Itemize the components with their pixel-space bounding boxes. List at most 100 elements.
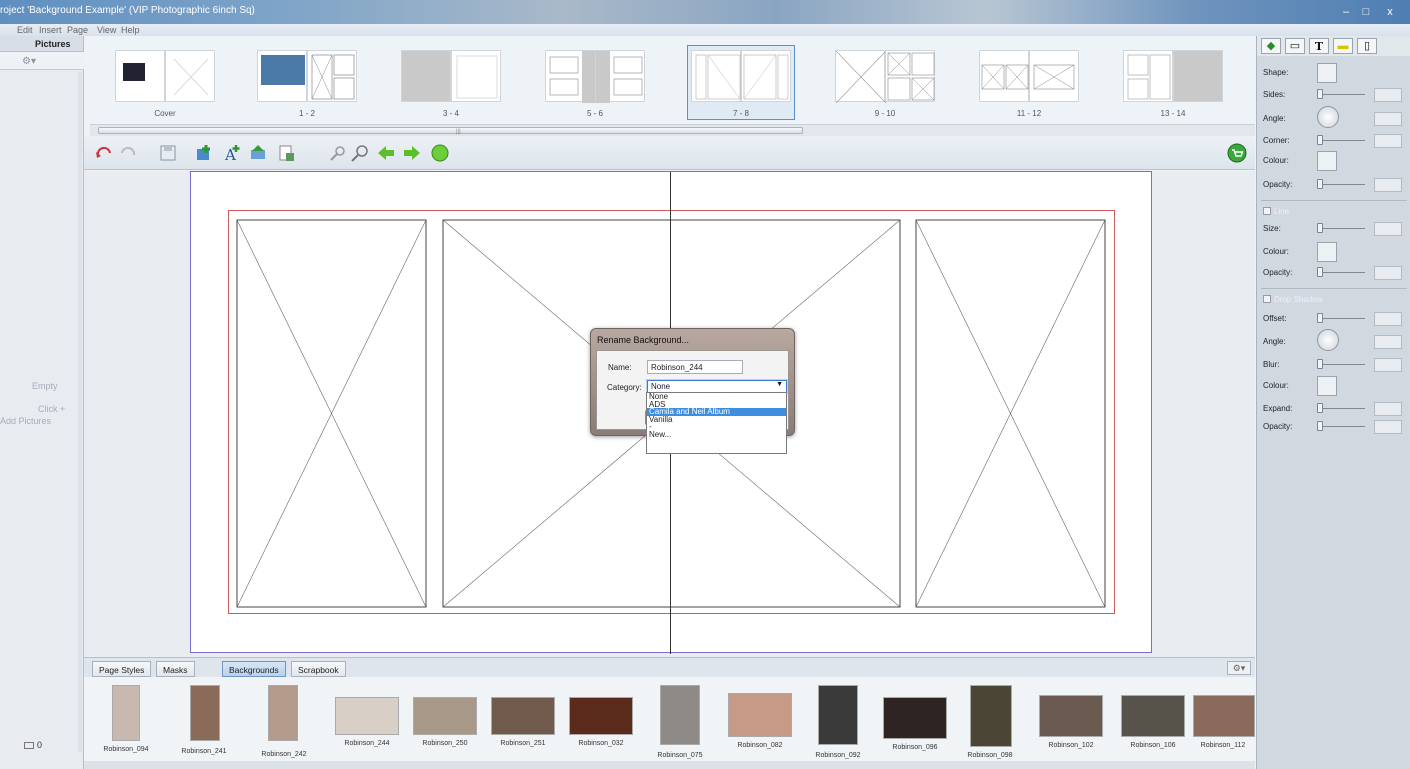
- menu-insert[interactable]: Insert: [39, 25, 62, 35]
- blur-slider-thumb[interactable]: [1317, 359, 1323, 369]
- menu-view[interactable]: View: [97, 25, 116, 35]
- next-page-icon[interactable]: [402, 143, 422, 163]
- shadow-opacity-value[interactable]: [1374, 420, 1402, 434]
- gear-icon[interactable]: ⚙▾: [1227, 661, 1251, 675]
- insert-layer-icon[interactable]: [248, 143, 268, 163]
- shape-properties-icon[interactable]: ◆: [1261, 38, 1281, 54]
- shadow-colour-swatch[interactable]: [1317, 376, 1337, 396]
- zoom-in-icon[interactable]: [350, 143, 370, 163]
- colour-swatch[interactable]: [1317, 151, 1337, 171]
- background-thumbnail[interactable]: [491, 697, 555, 735]
- minimize-button[interactable]: ‒: [1336, 4, 1356, 20]
- gear-icon[interactable]: ⚙▾: [22, 56, 36, 67]
- divider: [1261, 288, 1407, 289]
- offset-slider-thumb[interactable]: [1317, 313, 1323, 323]
- category-option-new[interactable]: New...: [647, 431, 786, 439]
- category-option[interactable]: Vanilla: [647, 415, 786, 424]
- line-checkbox[interactable]: [1263, 207, 1271, 215]
- page-thumbnail-strip: Cover 1 - 2 3 - 4 5 - 6 7 - 8 9 - 10 11 …: [90, 36, 1255, 132]
- size-slider-thumb[interactable]: [1317, 223, 1323, 233]
- page-properties-icon[interactable]: [276, 143, 296, 163]
- menu-edit[interactable]: Edit: [17, 25, 33, 35]
- name-input[interactable]: Robinson_244: [647, 360, 743, 374]
- background-thumbnail[interactable]: [818, 685, 858, 745]
- size-slider[interactable]: [1317, 228, 1365, 229]
- blur-value[interactable]: [1374, 358, 1402, 372]
- tab-masks[interactable]: Masks: [156, 661, 195, 677]
- backgrounds-scrollbar[interactable]: [84, 761, 1255, 769]
- size-value[interactable]: [1374, 222, 1402, 236]
- expand-slider-thumb[interactable]: [1317, 403, 1323, 413]
- angle-value[interactable]: [1374, 112, 1402, 126]
- opacity-slider-thumb[interactable]: [1317, 179, 1323, 189]
- background-thumbnail[interactable]: [883, 697, 947, 739]
- opacity-slider[interactable]: [1317, 184, 1365, 185]
- menu-page[interactable]: Page: [67, 25, 88, 35]
- shadow-angle-knob[interactable]: [1317, 329, 1339, 351]
- close-button[interactable]: x: [1380, 4, 1400, 20]
- text-properties-icon[interactable]: T: [1309, 38, 1329, 54]
- background-thumbnail[interactable]: [970, 685, 1012, 747]
- background-thumbnail[interactable]: [190, 685, 220, 741]
- thumbnail-label: 11 - 12: [1016, 109, 1042, 118]
- background-thumbnail[interactable]: [569, 697, 633, 735]
- background-thumbnail[interactable]: [1039, 695, 1103, 737]
- expand-slider[interactable]: [1317, 408, 1365, 409]
- shadow-opacity-slider-thumb[interactable]: [1317, 421, 1323, 431]
- redo-icon[interactable]: [118, 143, 138, 163]
- offset-value[interactable]: [1374, 312, 1402, 326]
- thumbnail-label: 7 - 8: [732, 109, 749, 118]
- background-thumbnail[interactable]: [268, 685, 298, 741]
- background-thumbnail[interactable]: [660, 685, 700, 745]
- page-properties-icon[interactable]: ▯: [1357, 38, 1377, 54]
- save-icon[interactable]: [158, 143, 178, 163]
- tab-backgrounds[interactable]: Backgrounds: [222, 661, 286, 677]
- drop-shadow-section[interactable]: Drop Shadow: [1263, 295, 1322, 304]
- opacity-value[interactable]: [1374, 178, 1402, 192]
- add-pictures-hint[interactable]: Add Pictures: [0, 416, 51, 426]
- maximize-button[interactable]: □: [1356, 4, 1376, 20]
- corner-slider-thumb[interactable]: [1317, 135, 1323, 145]
- tab-scrapbook[interactable]: Scrapbook: [291, 661, 346, 677]
- background-thumbnail[interactable]: [413, 697, 477, 735]
- shadow-angle-value[interactable]: [1374, 335, 1402, 349]
- shadow-opacity-slider[interactable]: [1317, 426, 1365, 427]
- line-colour-swatch[interactable]: [1317, 242, 1337, 262]
- category-option[interactable]: None: [647, 393, 786, 401]
- offset-slider[interactable]: [1317, 318, 1365, 319]
- tab-page-styles[interactable]: Page Styles: [92, 661, 152, 677]
- background-thumbnail[interactable]: [728, 693, 792, 737]
- category-dropdown-list[interactable]: None ADS Camila and Neil Album Vanilla -…: [646, 392, 787, 454]
- angle-knob[interactable]: [1317, 106, 1339, 128]
- previous-page-icon[interactable]: [376, 143, 396, 163]
- cart-icon[interactable]: [1227, 143, 1247, 163]
- shape-picker[interactable]: [1317, 63, 1337, 83]
- background-thumbnail[interactable]: [1121, 695, 1185, 737]
- frame-properties-icon[interactable]: ▭: [1285, 38, 1305, 54]
- expand-value[interactable]: [1374, 402, 1402, 416]
- add-picture-box-icon[interactable]: [194, 143, 214, 163]
- undo-icon[interactable]: [94, 143, 114, 163]
- help-icon[interactable]: [430, 143, 450, 163]
- add-text-box-icon[interactable]: A: [222, 143, 242, 163]
- line-opacity-value[interactable]: [1374, 266, 1402, 280]
- scrollbar-thumb[interactable]: |||: [98, 127, 803, 135]
- drop-shadow-checkbox[interactable]: [1263, 295, 1271, 303]
- sides-slider-thumb[interactable]: [1317, 89, 1323, 99]
- corner-slider[interactable]: [1317, 140, 1365, 141]
- sides-value[interactable]: [1374, 88, 1402, 102]
- thumbnail-scrollbar[interactable]: |||: [90, 124, 1255, 136]
- blur-slider[interactable]: [1317, 364, 1365, 365]
- background-thumbnail[interactable]: [1193, 695, 1255, 737]
- menu-help[interactable]: Help: [121, 25, 140, 35]
- line-properties-icon[interactable]: ▬: [1333, 38, 1353, 54]
- corner-value[interactable]: [1374, 134, 1402, 148]
- pictures-scrollbar[interactable]: [78, 72, 82, 752]
- line-section[interactable]: Line: [1263, 207, 1289, 216]
- zoom-out-icon[interactable]: [328, 143, 348, 163]
- line-opacity-slider[interactable]: [1317, 272, 1365, 273]
- line-opacity-slider-thumb[interactable]: [1317, 267, 1323, 277]
- background-thumbnail[interactable]: [112, 685, 140, 741]
- sides-slider[interactable]: [1317, 94, 1365, 95]
- background-thumbnail[interactable]: [335, 697, 399, 735]
